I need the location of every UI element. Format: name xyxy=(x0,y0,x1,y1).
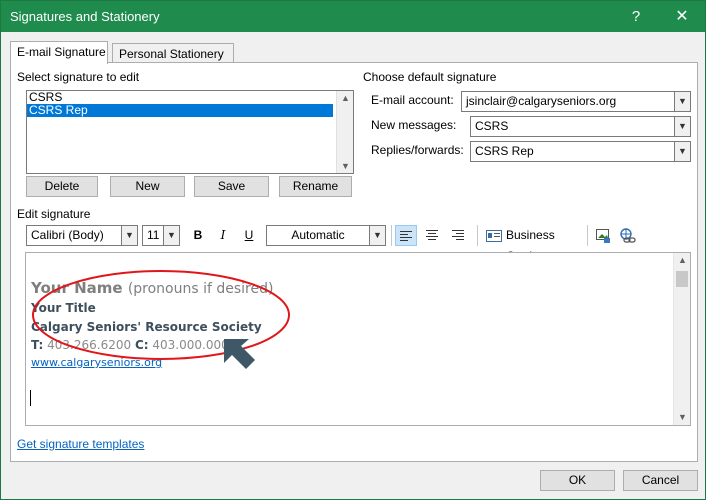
title-bar: Signatures and Stationery ? ✕ xyxy=(1,1,705,32)
align-left-icon xyxy=(400,231,412,241)
replies-forwards-select[interactable]: CSRS Rep ▼ xyxy=(470,141,691,162)
chevron-down-icon[interactable]: ▼ xyxy=(674,92,690,111)
align-right-button[interactable] xyxy=(447,225,469,246)
select-signature-label: Select signature to edit xyxy=(17,70,140,84)
signature-editor[interactable]: Your Name (pronouns if desired) Your Tit… xyxy=(25,252,691,426)
cancel-button[interactable]: Cancel xyxy=(623,470,698,491)
font-family-select[interactable]: Calibri (Body) ▼ xyxy=(26,225,138,246)
font-color-value: Automatic xyxy=(291,228,345,242)
new-messages-value: CSRS xyxy=(475,119,509,133)
font-size-value: 11 xyxy=(147,228,160,242)
hyperlink-icon xyxy=(620,228,636,243)
new-messages-select[interactable]: CSRS ▼ xyxy=(470,116,691,137)
close-button[interactable]: ✕ xyxy=(659,1,705,32)
business-card-button[interactable]: Business Card xyxy=(483,225,583,263)
rename-button[interactable]: Rename xyxy=(279,176,352,197)
email-account-value: jsinclair@calgaryseniors.org xyxy=(466,94,617,108)
business-card-icon xyxy=(486,230,502,242)
signatures-dialog: Signatures and Stationery ? ✕ E-mail Sig… xyxy=(0,0,706,500)
scroll-down-icon[interactable]: ▼ xyxy=(678,412,687,422)
align-center-icon xyxy=(426,230,438,240)
phone-t: 403.266.6200 xyxy=(47,338,132,352)
chevron-down-icon[interactable]: ▼ xyxy=(674,117,690,136)
italic-button[interactable]: I xyxy=(212,225,234,246)
signature-title: Your Title xyxy=(31,301,96,315)
font-size-select[interactable]: 11 ▼ xyxy=(142,225,180,246)
picture-icon xyxy=(596,229,610,243)
save-button[interactable]: Save xyxy=(194,176,269,197)
align-left-button[interactable] xyxy=(395,225,417,246)
choose-default-label: Choose default signature xyxy=(363,70,497,84)
underline-button[interactable]: U xyxy=(238,225,260,246)
tab-email-signature[interactable]: E-mail Signature xyxy=(10,41,108,64)
insert-hyperlink-button[interactable] xyxy=(617,225,639,246)
window-title: Signatures and Stationery xyxy=(10,9,160,24)
bold-button[interactable]: B xyxy=(187,225,209,246)
phone-c: 403.000.0000 xyxy=(152,338,237,352)
help-button[interactable]: ? xyxy=(613,1,659,32)
signature-organization: Calgary Seniors' Resource Society xyxy=(31,320,262,334)
toolbar-divider xyxy=(477,225,478,246)
new-messages-label: New messages: xyxy=(371,118,457,132)
signature-website-link[interactable]: www.calgaryseniors.org xyxy=(31,356,162,369)
tab-label: E-mail Signature xyxy=(17,45,106,59)
delete-button[interactable]: Delete xyxy=(26,176,98,197)
toolbar-divider xyxy=(391,225,392,246)
editor-scrollbar[interactable]: ▲ ▼ xyxy=(673,253,690,425)
insert-picture-button[interactable] xyxy=(592,225,614,246)
text-caret xyxy=(30,390,31,406)
phone-t-label: T: xyxy=(31,338,44,352)
align-center-button[interactable] xyxy=(421,225,443,246)
ok-button[interactable]: OK xyxy=(540,470,615,491)
replies-forwards-value: CSRS Rep xyxy=(475,144,534,158)
new-button[interactable]: New xyxy=(110,176,185,197)
email-account-label: E-mail account: xyxy=(371,93,454,107)
email-account-select[interactable]: jsinclair@calgaryseniors.org ▼ xyxy=(461,91,691,112)
chevron-down-icon[interactable]: ▼ xyxy=(674,142,690,161)
tab-personal-stationery[interactable]: Personal Stationery xyxy=(112,43,234,63)
scroll-up-icon[interactable]: ▲ xyxy=(341,93,350,103)
scroll-up-icon[interactable]: ▲ xyxy=(678,255,687,265)
signature-list[interactable]: CSRS CSRS Rep ▲ ▼ xyxy=(26,90,354,174)
phone-c-label: C: xyxy=(134,338,149,352)
font-family-value: Calibri (Body) xyxy=(31,228,104,242)
signature-name-line: Your Name (pronouns if desired) xyxy=(31,279,273,297)
signature-name: Your Name xyxy=(31,279,123,297)
font-color-select[interactable]: Automatic ▼ xyxy=(266,225,386,246)
chevron-down-icon[interactable]: ▼ xyxy=(163,226,179,245)
edit-signature-label: Edit signature xyxy=(17,207,91,221)
scroll-down-icon[interactable]: ▼ xyxy=(341,161,350,171)
chevron-down-icon[interactable]: ▼ xyxy=(121,226,137,245)
list-scrollbar[interactable]: ▲ ▼ xyxy=(336,91,353,173)
scroll-thumb[interactable] xyxy=(676,271,688,287)
replies-forwards-label: Replies/forwards: xyxy=(371,143,464,157)
signature-phone-line: T: 403.266.6200 C: 403.000.0000 xyxy=(31,338,236,352)
chevron-down-icon[interactable]: ▼ xyxy=(369,226,385,245)
signature-pronouns: (pronouns if desired) xyxy=(127,281,274,297)
toolbar-divider xyxy=(587,225,588,246)
align-right-icon xyxy=(452,230,464,240)
get-signature-templates-link[interactable]: Get signature templates xyxy=(17,437,144,451)
tab-label: Personal Stationery xyxy=(119,47,224,61)
list-item-selected[interactable]: CSRS Rep xyxy=(27,104,333,117)
